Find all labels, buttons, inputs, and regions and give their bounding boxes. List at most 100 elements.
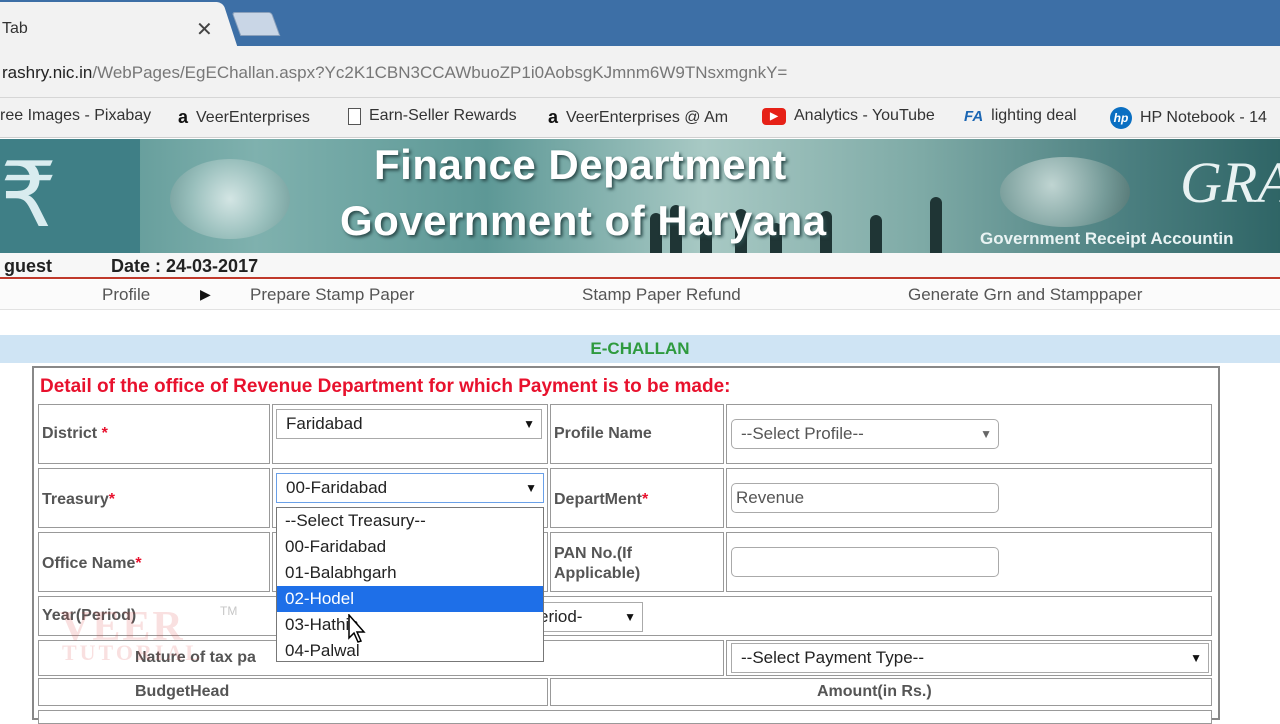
profile-name-label: Profile Name <box>554 425 652 442</box>
banner-title-line1: Finance Department <box>374 141 787 188</box>
banner-title-line2: Government of Haryana <box>340 197 827 244</box>
url-host: rashry.nic.in <box>2 63 93 82</box>
amount-label: Amount(in Rs.) <box>817 683 932 700</box>
chevron-down-icon: ▼ <box>523 417 535 431</box>
budget-head-label: BudgetHead <box>135 683 230 700</box>
bookmark-veerenterprises[interactable]: a VeerEnterprises <box>178 107 310 128</box>
user-name: guest <box>4 256 53 276</box>
pan-field[interactable] <box>731 547 999 577</box>
main-menu: Profile ▶ Prepare Stamp Paper Stamp Pape… <box>0 280 1280 310</box>
pan-input-cell <box>726 532 1212 592</box>
treasury-label: Treasury* <box>42 491 115 508</box>
bookmarks-bar: ree Images - Pixabay a VeerEnterprises E… <box>0 98 1280 138</box>
form-section-title: Detail of the office of Revenue Departme… <box>40 376 731 397</box>
banner-coin-decoration <box>1000 157 1130 227</box>
chevron-down-icon: ▼ <box>1190 651 1202 665</box>
fa-icon: FA <box>964 107 984 125</box>
menu-item-profile[interactable]: Profile <box>102 285 150 305</box>
department-field[interactable]: Revenue <box>731 483 999 513</box>
hp-icon: hp <box>1110 107 1132 129</box>
bookmark-lighting-deal[interactable]: FA lighting deal <box>964 107 1077 125</box>
treasury-select[interactable]: 00-Faridabad ▼ <box>276 473 544 503</box>
office-name-label: Office Name* <box>42 555 142 572</box>
amazon-icon: a <box>548 107 559 127</box>
treasury-option-highlighted[interactable]: 02-Hodel <box>277 586 543 612</box>
district-label-cell: District * <box>38 404 270 464</box>
department-label: DepartMent* <box>554 491 649 508</box>
pan-label-line1: PAN No.(If <box>554 545 632 562</box>
youtube-icon: ▶ <box>762 107 786 125</box>
treasury-label-cell: Treasury* <box>38 468 270 528</box>
user-status-line: guest Date : 24-03-2017 <box>0 253 1280 279</box>
bookmark-label: Analytics - YouTube <box>794 107 935 124</box>
treasury-option[interactable]: 04-Palwal <box>277 638 543 664</box>
treasury-option[interactable]: 01-Balabhgarh <box>277 560 543 586</box>
chevron-down-icon: ▼ <box>525 481 537 495</box>
bookmark-hp-notebook[interactable]: hp HP Notebook - 14 <box>1110 107 1267 129</box>
echallan-form: Detail of the office of Revenue Departme… <box>32 366 1220 724</box>
profile-select[interactable]: --Select Profile-- ▼ <box>731 419 999 449</box>
office-label-cell: Office Name* <box>38 532 270 592</box>
echallan-header: E-CHALLAN <box>0 335 1280 363</box>
treasury-option[interactable]: --Select Treasury-- <box>277 508 543 534</box>
profile-label-cell: Profile Name <box>550 404 724 464</box>
profile-select-cell: --Select Profile-- ▼ <box>726 404 1212 464</box>
bookmark-label: VeerEnterprises <box>196 108 310 126</box>
payment-type-cell: --Select Payment Type-- ▼ <box>726 640 1212 676</box>
bookmark-veerenterprises-am[interactable]: a VeerEnterprises @ Am <box>548 107 728 128</box>
browser-tab-bar: Tab ✕ <box>0 0 1280 46</box>
year-row: Year(Period) eriod- ▼ <box>38 596 1212 636</box>
browser-tab[interactable]: Tab ✕ <box>0 6 225 46</box>
payment-type-selected-value: --Select Payment Type-- <box>741 648 924 667</box>
budget-head-header: BudgetHead <box>38 678 548 706</box>
address-bar[interactable]: rashry.nic.in/WebPages/EgEChallan.aspx?Y… <box>0 46 1280 98</box>
period-select[interactable]: eriod- ▼ <box>529 602 643 632</box>
submenu-arrow-icon: ▶ <box>200 286 211 302</box>
department-input-cell: Revenue <box>726 468 1212 528</box>
department-label-cell: DepartMent* <box>550 468 724 528</box>
egras-logo: GRA <box>1180 150 1280 215</box>
budget-head-row <box>38 710 1212 724</box>
district-label: District * <box>42 425 108 442</box>
period-selected-value: eriod- <box>539 607 583 626</box>
tab-title: Tab <box>2 20 28 37</box>
menu-item-prepare-stamp-paper[interactable]: Prepare Stamp Paper <box>250 285 414 305</box>
chevron-down-icon: ▼ <box>980 427 992 441</box>
bookmark-label: ree Images - Pixabay <box>0 107 152 124</box>
menu-item-generate-grn[interactable]: Generate Grn and Stamppaper <box>908 285 1142 305</box>
mouse-cursor-icon <box>348 614 366 643</box>
treasury-selected-value: 00-Faridabad <box>286 478 388 497</box>
profile-selected-value: --Select Profile-- <box>741 424 864 443</box>
amount-header: Amount(in Rs.) <box>550 678 1212 706</box>
treasury-dropdown-list[interactable]: --Select Treasury-- 00-Faridabad 01-Bala… <box>276 507 544 662</box>
close-icon[interactable]: ✕ <box>196 17 213 42</box>
banner-decoration <box>170 159 290 239</box>
banner-subtitle: Government Receipt Accountin <box>980 229 1234 248</box>
bookmark-label: VeerEnterprises @ Am <box>566 108 729 126</box>
bookmark-analytics-youtube[interactable]: ▶ Analytics - YouTube <box>762 107 935 125</box>
bookmark-label: lighting deal <box>991 107 1077 124</box>
bookmark-label: Earn-Seller Rewards <box>369 107 517 124</box>
watermark-logo-sub: TUTORIAL <box>62 640 203 665</box>
new-tab-button[interactable] <box>231 12 281 36</box>
rupee-icon: ₹ <box>0 139 140 253</box>
echallan-title: E-CHALLAN <box>590 339 690 358</box>
header-banner: ₹ Finance Department Government of Harya… <box>0 139 1280 253</box>
amazon-icon: a <box>178 107 189 127</box>
district-select[interactable]: Faridabad ▼ <box>276 409 542 439</box>
bookmark-earn-seller-rewards[interactable]: Earn-Seller Rewards <box>348 107 517 125</box>
url-text[interactable]: rashry.nic.in/WebPages/EgEChallan.aspx?Y… <box>2 63 787 83</box>
treasury-option[interactable]: 03-Hathin <box>277 612 543 638</box>
pan-label-cell: PAN No.(If Applicable) <box>550 532 724 592</box>
url-path: /WebPages/EgEChallan.aspx?Yc2K1CBN3CCAWb… <box>92 63 788 82</box>
district-select-cell: Faridabad ▼ <box>272 404 548 464</box>
menu-item-stamp-paper-refund[interactable]: Stamp Paper Refund <box>582 285 741 305</box>
payment-type-select[interactable]: --Select Payment Type-- ▼ <box>731 643 1209 673</box>
bookmark-label: HP Notebook - 14 <box>1140 109 1267 126</box>
district-selected-value: Faridabad <box>286 414 363 433</box>
bookmark-pixabay[interactable]: ree Images - Pixabay <box>0 107 151 125</box>
pan-label-line2: Applicable) <box>554 565 641 582</box>
chevron-down-icon: ▼ <box>624 610 636 624</box>
current-date: Date : 24-03-2017 <box>111 256 259 276</box>
treasury-option[interactable]: 00-Faridabad <box>277 534 543 560</box>
